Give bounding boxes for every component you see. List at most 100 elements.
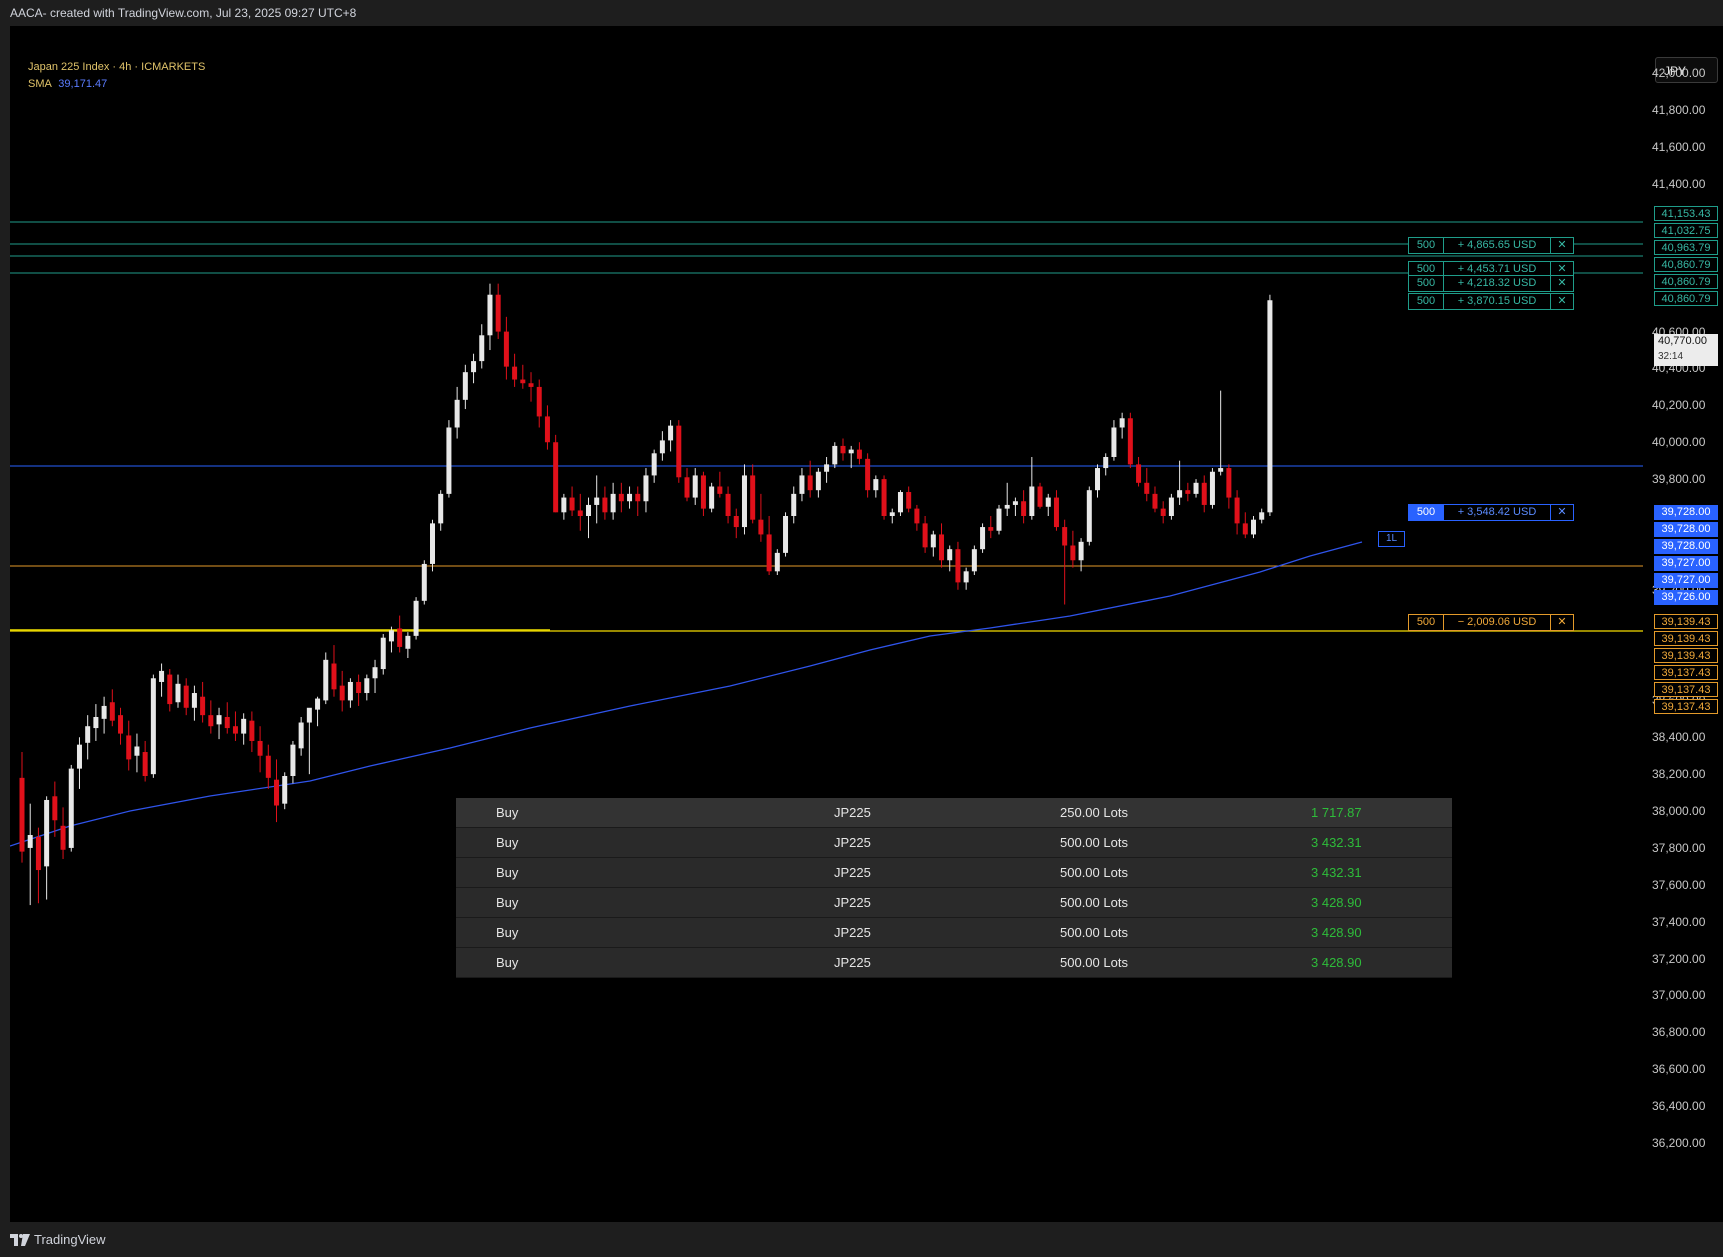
price-axis-tag: 39,139.43 [1654, 614, 1718, 629]
candle-down [183, 685, 189, 708]
price-axis-tag: 40,860.79 [1654, 257, 1718, 272]
price-tick: 36,400.00 [1652, 1099, 1706, 1114]
legend-sma-value: 39,171.47 [58, 78, 108, 90]
candle-down [265, 755, 271, 778]
trade-lots: 250.00 Lots [1060, 805, 1128, 820]
candle-down [577, 510, 583, 516]
position-label[interactable]: 500− 2,009.06 USD ✕ [1408, 614, 1574, 631]
price-axis-tag: 39,728.00 [1654, 522, 1718, 537]
candle-up [980, 527, 986, 550]
tradingview-logo[interactable]: TradingView [10, 1232, 106, 1247]
candle-up [1012, 501, 1018, 505]
legend-symbol-title[interactable]: Japan 225 Index · 4h · ICMARKETS [28, 61, 205, 73]
price-tick: 37,000.00 [1652, 988, 1706, 1003]
candle-down [865, 458, 871, 491]
position-pnl: + 4,218.32 USD [1444, 276, 1551, 291]
position-qty: 500 [1409, 615, 1444, 630]
header-bar: AACA- created with TradingView.com, Jul … [0, 0, 1723, 26]
trade-symbol: JP225 [834, 865, 871, 880]
trade-row[interactable]: Buy JP225 500.00 Lots 3 432.31 [456, 828, 1452, 858]
price-axis-tag: 39,137.43 [1654, 682, 1718, 697]
candle-up [430, 523, 435, 564]
trade-side: Buy [496, 865, 519, 880]
candle-down [807, 475, 813, 491]
price-axis-tag: 41,153.43 [1654, 206, 1718, 221]
candle-down [1062, 527, 1068, 546]
position-label[interactable]: 500 + 3,870.15 USD ✕ [1408, 293, 1574, 310]
price-axis-tag: 40,860.79 [1654, 274, 1718, 289]
close-position-icon[interactable]: ✕ [1551, 238, 1573, 253]
candle-up [741, 475, 747, 528]
trade-row[interactable]: Buy JP225 500.00 Lots 3 428.90 [456, 888, 1452, 918]
candle-up [413, 600, 419, 636]
candle-up [323, 659, 329, 701]
candle-up [290, 744, 296, 777]
candle-up [216, 715, 222, 725]
trade-row[interactable]: Buy JP225 250.00 Lots 1 717.87 [456, 798, 1452, 828]
candle-up [150, 678, 156, 775]
trade-symbol: JP225 [834, 955, 871, 970]
position-label[interactable]: 500 + 4,218.32 USD ✕ [1408, 275, 1574, 292]
price-tick: 42,000.00 [1652, 66, 1706, 81]
position-label[interactable]: 500 + 3,548.42 USD ✕ [1408, 504, 1574, 521]
candle-down [503, 331, 509, 367]
position-label[interactable]: 500 + 4,865.65 USD ✕ [1408, 237, 1574, 254]
price-tick: 38,000.00 [1652, 804, 1706, 819]
candle-down [1201, 482, 1207, 505]
candle-up [848, 449, 854, 454]
chart-panel[interactable]: Japan 225 Index · 4h · ICMARKETS SMA 39,… [10, 26, 1723, 1241]
candle-down [553, 442, 559, 513]
candle-down [1152, 493, 1158, 509]
candle-up [1103, 456, 1109, 469]
close-position-icon[interactable]: ✕ [1551, 276, 1573, 291]
candle-down [750, 475, 756, 520]
close-position-icon[interactable]: ✕ [1551, 505, 1573, 520]
trade-table: Buy JP225 250.00 Lots 1 717.87 Buy JP225 500.0… [456, 798, 1452, 978]
candle-up [971, 549, 977, 572]
trade-row[interactable]: Buy JP225 500.00 Lots 3 428.90 [456, 918, 1452, 948]
candle-down [1144, 482, 1150, 494]
candle-up [462, 372, 468, 400]
price-tick: 38,400.00 [1652, 730, 1706, 745]
trade-pnl: 3 428.90 [1311, 895, 1362, 910]
close-position-icon[interactable]: ✕ [1551, 294, 1573, 309]
position-qty: 500 [1409, 276, 1444, 291]
trade-row[interactable]: Buy JP225 500.00 Lots 3 428.90 [456, 948, 1452, 978]
trade-row[interactable]: Buy JP225 500.00 Lots 3 432.31 [456, 858, 1452, 888]
price-axis-tag: 40,860.79 [1654, 291, 1718, 306]
trade-side: Buy [496, 835, 519, 850]
price-tick: 40,000.00 [1652, 435, 1706, 450]
legend-sma[interactable]: SMA 39,171.47 [28, 78, 107, 90]
candle-down [52, 796, 58, 821]
candle-up [191, 693, 197, 708]
position-qty: 500 [1409, 505, 1444, 520]
candle-up [1004, 504, 1010, 509]
candle-up [791, 493, 797, 516]
candle-down [35, 836, 41, 871]
price-tick: 38,200.00 [1652, 767, 1706, 782]
candle-up [1078, 541, 1084, 561]
candle-up [68, 768, 74, 848]
candle-up [1267, 300, 1273, 513]
candle-up [873, 479, 879, 491]
candle-down [840, 445, 846, 454]
candle-up [159, 670, 165, 682]
close-position-icon[interactable]: ✕ [1551, 615, 1573, 630]
candle-up [1086, 490, 1092, 542]
candle-down [602, 497, 608, 513]
bar-countdown: 32:14 [1658, 351, 1684, 362]
trade-lots: 500.00 Lots [1060, 895, 1128, 910]
price-axis-tag: 39,727.00 [1654, 556, 1718, 571]
trade-symbol: JP225 [834, 805, 871, 820]
candle-down [1185, 490, 1191, 494]
position-qty: 500 [1409, 238, 1444, 253]
candle-down [356, 681, 362, 694]
candle-down [109, 702, 115, 721]
position-marker[interactable]: 1L [1378, 531, 1405, 547]
candle-down [200, 696, 206, 716]
candle-up [930, 534, 936, 548]
candle-down [208, 715, 214, 727]
candle-down [1127, 418, 1133, 465]
candle-down [939, 534, 945, 561]
trade-lots: 500.00 Lots [1060, 865, 1128, 880]
